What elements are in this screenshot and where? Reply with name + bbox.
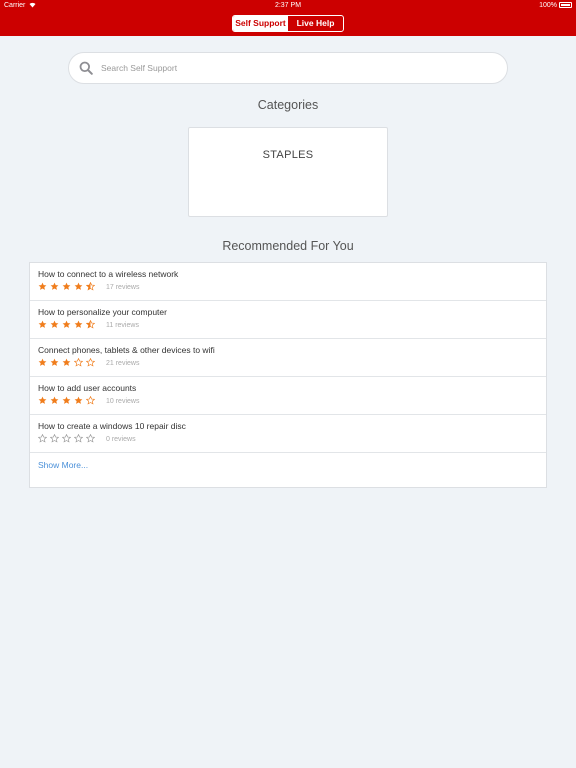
article-title: How to create a windows 10 repair disc <box>38 421 186 431</box>
star-full-icon <box>50 320 59 328</box>
support-mode-segmented-control: Self Support Live Help <box>232 15 344 32</box>
review-count: 0 reviews <box>106 436 136 443</box>
star-full-icon <box>74 396 83 404</box>
star-empty-icon <box>86 396 95 405</box>
battery-icon <box>559 2 572 8</box>
category-label: STAPLES <box>262 149 314 161</box>
star-full-icon <box>50 282 59 290</box>
star-rating <box>38 282 98 292</box>
search-icon <box>79 61 93 75</box>
categories-heading: Categories <box>257 98 319 112</box>
recommended-heading: Recommended For You <box>222 239 354 253</box>
star-empty-icon <box>86 358 95 367</box>
star-full-icon <box>50 358 59 366</box>
article-title: Connect phones, tablets & other devices … <box>38 345 215 355</box>
list-item[interactable]: How to connect to a wireless network 17 … <box>30 263 546 301</box>
recommended-list: How to connect to a wireless network 17 … <box>29 262 547 488</box>
star-full-icon <box>62 320 71 328</box>
tab-live-help[interactable]: Live Help <box>288 16 343 31</box>
star-full-icon <box>74 320 83 328</box>
review-count: 10 reviews <box>106 398 140 405</box>
article-title: How to add user accounts <box>38 383 137 393</box>
star-rating <box>38 396 98 406</box>
status-bar: Carrier 2:37 PM 100% <box>0 0 576 11</box>
star-full-icon <box>38 320 47 328</box>
star-full-icon <box>62 282 71 290</box>
star-full-icon <box>38 282 47 290</box>
show-more-link[interactable]: Show More... <box>38 460 88 470</box>
list-item[interactable]: Connect phones, tablets & other devices … <box>30 339 546 377</box>
star-full-icon <box>38 396 47 404</box>
tab-self-support[interactable]: Self Support <box>233 16 288 31</box>
status-battery-percent: 100% <box>539 2 557 9</box>
review-count: 11 reviews <box>106 322 139 329</box>
star-empty-icon <box>38 434 47 443</box>
list-item[interactable]: How to create a windows 10 repair disc 0… <box>30 415 546 453</box>
star-half-icon <box>86 320 95 329</box>
star-empty-icon <box>50 434 59 443</box>
star-empty-icon <box>74 434 83 443</box>
star-full-icon <box>50 396 59 404</box>
review-count: 17 reviews <box>106 284 140 291</box>
article-title: How to personalize your computer <box>38 307 167 317</box>
star-full-icon <box>62 396 71 404</box>
star-empty-icon <box>86 434 95 443</box>
status-time: 2:37 PM <box>274 2 302 9</box>
list-item[interactable]: How to add user accounts 10 reviews <box>30 377 546 415</box>
star-empty-icon <box>62 434 71 443</box>
star-empty-icon <box>74 358 83 367</box>
top-navigation-bar: Carrier 2:37 PM 100% Self Support Live H… <box>0 0 576 36</box>
review-count: 21 reviews <box>106 360 140 367</box>
star-rating <box>38 320 98 330</box>
star-full-icon <box>74 282 83 290</box>
star-rating <box>38 434 98 444</box>
article-title: How to connect to a wireless network <box>38 269 179 279</box>
star-full-icon <box>62 358 71 366</box>
category-card-staples[interactable]: STAPLES <box>188 127 388 217</box>
star-rating <box>38 358 98 368</box>
star-full-icon <box>38 358 47 366</box>
list-item[interactable]: How to personalize your computer 11 revi… <box>30 301 546 339</box>
search-bar[interactable] <box>68 52 508 84</box>
search-input[interactable] <box>101 59 491 77</box>
star-half-icon <box>86 282 95 291</box>
